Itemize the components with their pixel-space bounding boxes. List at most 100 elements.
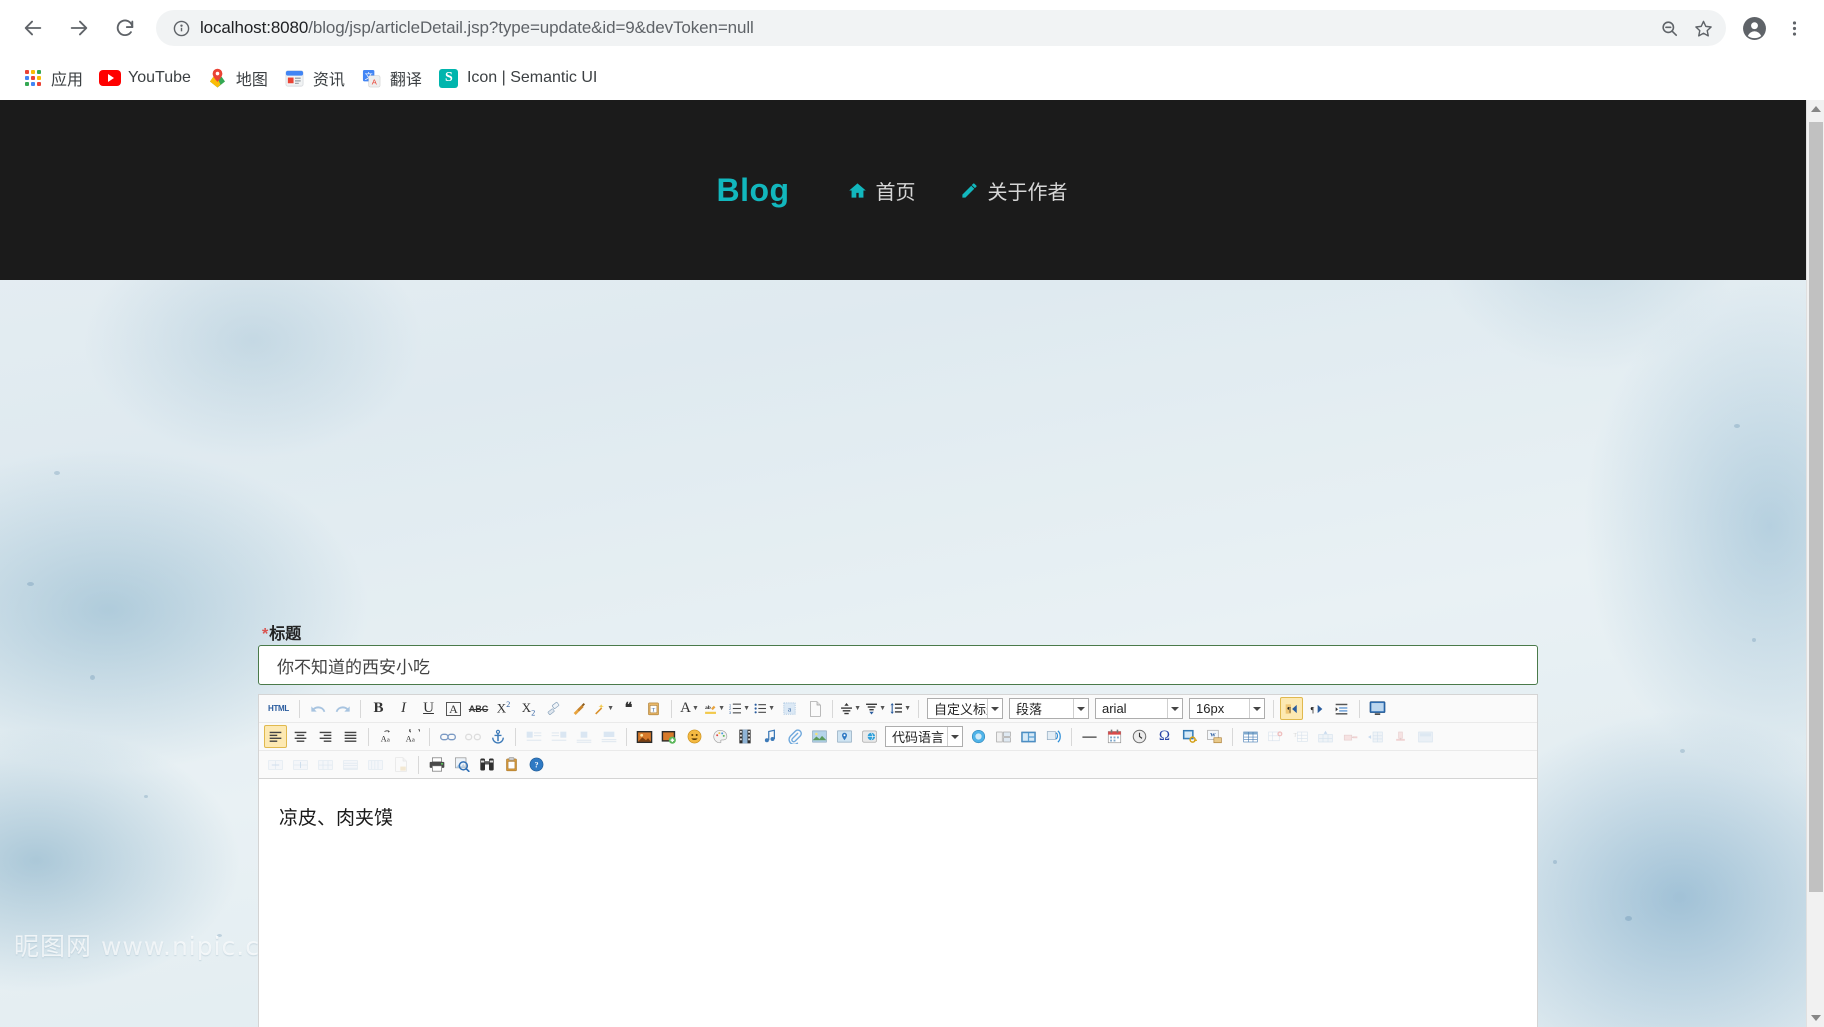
scroll-down-arrow[interactable] [1807,1009,1824,1027]
horizontal-rule-icon[interactable] [1078,725,1101,748]
fontsize-select[interactable]: 16px [1189,698,1265,719]
delete-col-icon[interactable] [1389,725,1412,748]
background-layout-icon[interactable] [1017,725,1040,748]
emoji-icon[interactable] [683,725,706,748]
map-image-icon[interactable] [808,725,831,748]
justify-left-button[interactable] [264,725,287,748]
underline-button[interactable]: U [417,697,440,720]
font-color-button[interactable]: A ▼ [678,697,701,720]
source-code-button[interactable]: HTML [264,697,293,720]
insert-table-icon[interactable] [1239,725,1262,748]
nav-item-home[interactable]: 首页 [826,176,938,205]
paragraph-select[interactable]: 段落 [1009,698,1089,719]
image-float-left-icon[interactable] [522,725,545,748]
attachment-clip-icon[interactable] [783,725,806,748]
split-rows-icon[interactable] [339,753,362,776]
merge-right-icon[interactable] [264,753,287,776]
indent-button[interactable] [1330,697,1353,720]
gmap-icon[interactable] [833,725,856,748]
link-icon[interactable] [436,725,459,748]
chevron-down-icon[interactable] [947,727,962,746]
line-height-button[interactable]: ▼ [889,697,912,720]
strikethrough-button[interactable]: ABC [467,697,490,720]
unlink-icon[interactable] [461,725,484,748]
template-icon[interactable] [992,725,1015,748]
site-info-icon[interactable] [170,17,192,39]
bookmark-semantic-ui[interactable]: S Icon | Semantic UI [430,63,605,93]
background-palette-icon[interactable] [708,725,731,748]
insert-video-film-icon[interactable] [733,725,756,748]
site-brand[interactable]: Blog [716,172,789,209]
print-icon[interactable] [425,753,448,776]
bookmark-star-icon[interactable] [1686,11,1720,45]
delete-table-icon[interactable] [1264,725,1287,748]
auto-typeset-wand-icon[interactable]: ▼ [592,697,615,720]
spechars-key-icon[interactable] [1178,725,1201,748]
redo-button[interactable] [331,697,354,720]
chevron-down-icon[interactable] [1167,699,1182,718]
bookmark-apps[interactable]: 应用 [14,63,91,93]
bookmark-translate[interactable]: 文A 翻译 [353,63,430,93]
time-clock-icon[interactable] [1128,725,1151,748]
nav-item-about[interactable]: 关于作者 [938,176,1090,205]
background-color-button[interactable]: ab ▼ [703,697,726,720]
profile-avatar-icon[interactable] [1734,8,1774,48]
delete-row-icon[interactable] [1339,725,1362,748]
split-cells-icon[interactable] [314,753,337,776]
paste-plain-clipboard-icon[interactable]: T [642,697,665,720]
title-input[interactable] [258,645,1538,685]
bookmark-maps[interactable]: 地图 [199,63,276,93]
merge-cells-icon[interactable] [1414,725,1437,748]
image-none-icon[interactable] [597,725,620,748]
anchor-a-button[interactable]: a [778,697,801,720]
justify-right-button[interactable] [314,725,337,748]
heading-select[interactable]: 自定义标题 [927,698,1003,719]
insert-image-icon[interactable] [633,725,656,748]
justify-center-button[interactable] [289,725,312,748]
editor-content-area[interactable]: 凉皮、肉夹馍 [259,781,1537,1027]
snapscreen-icon[interactable] [967,725,990,748]
split-cols-icon[interactable] [364,753,387,776]
fullscreen-button[interactable] [1366,697,1389,720]
reload-button[interactable] [105,8,145,48]
subscript-button[interactable]: X2 [517,697,540,720]
image-float-right-icon[interactable] [547,725,570,748]
three-dot-menu-icon[interactable] [1774,8,1814,48]
fontfamily-select[interactable]: arial [1095,698,1183,719]
bold-button[interactable]: B [367,697,390,720]
back-button[interactable] [13,8,53,48]
align-vertical-button[interactable]: ▼ [839,697,862,720]
chevron-down-icon[interactable] [1073,699,1088,718]
help-icon[interactable]: ? [525,753,548,776]
chevron-down-icon[interactable] [987,699,1002,718]
insert-row-icon[interactable] [1314,725,1337,748]
music-search-icon[interactable] [1042,725,1065,748]
bookmark-youtube[interactable]: YouTube [91,63,199,93]
justify-full-button[interactable] [339,725,362,748]
search-replace-binoculars-icon[interactable] [475,753,498,776]
superscript-button[interactable]: X2 [492,697,515,720]
zoom-out-icon[interactable] [1652,11,1686,45]
blockquote-button[interactable]: ❝ [617,697,640,720]
insert-multi-image-icon[interactable] [658,725,681,748]
codelang-select[interactable]: 代码语言 [885,726,963,747]
font-border-button[interactable]: A [442,697,465,720]
address-bar[interactable]: localhost:8080/blog/jsp/articleDetail.js… [156,10,1726,46]
forward-button[interactable] [59,8,99,48]
format-brush-icon[interactable] [567,697,590,720]
anchor-icon[interactable] [486,725,509,748]
insert-col-icon[interactable] [1364,725,1387,748]
page-break-button[interactable] [803,697,826,720]
direction-ltr-button[interactable]: ¶ [1305,697,1328,720]
row-spacing-button[interactable]: ▼ [864,697,887,720]
special-char-omega-button[interactable]: Ω [1153,725,1176,748]
page-scrollbar[interactable] [1806,100,1824,1027]
image-center-icon[interactable] [572,725,595,748]
bookmark-news[interactable]: 资讯 [276,63,353,93]
merge-down-icon[interactable] [289,753,312,776]
uppercase-button[interactable]: Aa [375,725,398,748]
chevron-down-icon[interactable] [1249,699,1264,718]
paste-clipboard-icon[interactable] [500,753,523,776]
scroll-up-arrow[interactable] [1807,100,1824,118]
webapp-icon[interactable] [858,725,881,748]
